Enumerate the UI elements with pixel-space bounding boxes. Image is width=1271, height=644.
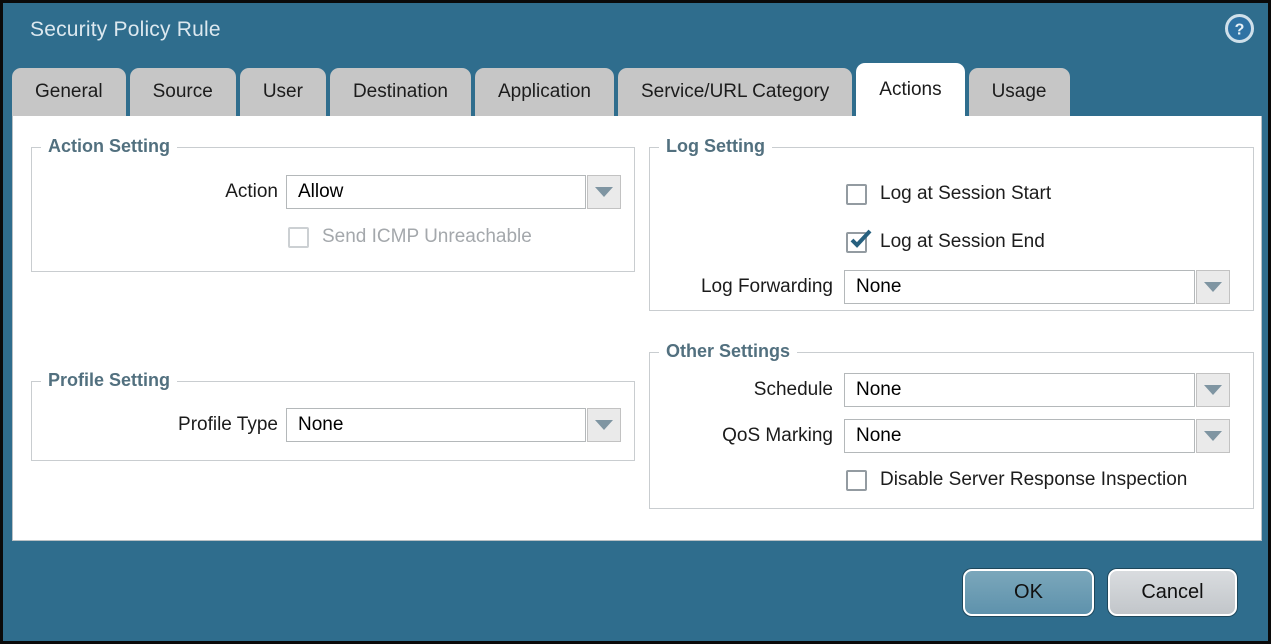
help-question-icon: ? bbox=[1225, 14, 1254, 43]
log-at-session-start-checkbox[interactable] bbox=[846, 184, 867, 205]
disable-server-response-inspection-checkbox[interactable] bbox=[846, 470, 867, 491]
tab-user[interactable]: User bbox=[240, 68, 326, 116]
qos-marking-dropdown-button[interactable] bbox=[1196, 419, 1230, 453]
profile-setting-group-title: Profile Setting bbox=[41, 370, 177, 391]
help-button[interactable]: ? bbox=[1225, 14, 1254, 43]
action-field-label: Action bbox=[33, 175, 278, 209]
log-at-session-end-checkbox[interactable] bbox=[846, 232, 867, 253]
disable-server-response-inspection-label: Disable Server Response Inspection bbox=[880, 469, 1187, 491]
action-setting-group: Action Setting bbox=[31, 147, 635, 272]
send-icmp-unreachable-row: Send ICMP Unreachable bbox=[288, 226, 532, 248]
ok-button[interactable]: OK bbox=[963, 569, 1094, 616]
tab-bar: General Source User Destination Applicat… bbox=[12, 63, 1070, 116]
log-session-start-row: Log at Session Start bbox=[846, 183, 1051, 205]
log-forwarding-dropdown: None bbox=[844, 270, 1230, 304]
log-setting-group-title: Log Setting bbox=[659, 136, 772, 157]
other-settings-group-title: Other Settings bbox=[659, 341, 797, 362]
action-dropdown: Allow bbox=[286, 175, 621, 209]
send-icmp-unreachable-label: Send ICMP Unreachable bbox=[322, 226, 532, 248]
screenshot-frame: Security Policy Rule ? General Source Us… bbox=[0, 0, 1271, 644]
tab-service-url-category[interactable]: Service/URL Category bbox=[618, 68, 852, 116]
profile-type-field-label: Profile Type bbox=[33, 408, 278, 442]
actions-tab-panel: Action Setting Action Allow Send ICMP Un… bbox=[12, 116, 1262, 541]
log-forwarding-dropdown-button[interactable] bbox=[1196, 270, 1230, 304]
disable-sri-row: Disable Server Response Inspection bbox=[846, 469, 1187, 491]
schedule-dropdown: None bbox=[844, 373, 1230, 407]
profile-type-dropdown-value[interactable]: None bbox=[286, 408, 586, 442]
log-forwarding-field-label: Log Forwarding bbox=[613, 270, 833, 304]
security-policy-rule-dialog: Security Policy Rule ? General Source Us… bbox=[3, 3, 1268, 641]
log-session-end-row: Log at Session End bbox=[846, 231, 1045, 253]
qos-marking-dropdown-value[interactable]: None bbox=[844, 419, 1195, 453]
tab-application[interactable]: Application bbox=[475, 68, 614, 116]
tab-general[interactable]: General bbox=[12, 68, 126, 116]
log-at-session-start-label: Log at Session Start bbox=[880, 183, 1051, 205]
schedule-field-label: Schedule bbox=[613, 373, 833, 407]
chevron-down-icon bbox=[595, 187, 613, 197]
dialog-title: Security Policy Rule bbox=[30, 18, 221, 42]
qos-marking-field-label: QoS Marking bbox=[613, 419, 833, 453]
schedule-dropdown-button[interactable] bbox=[1196, 373, 1230, 407]
cancel-button[interactable]: Cancel bbox=[1108, 569, 1237, 616]
chevron-down-icon bbox=[1204, 431, 1222, 441]
action-setting-group-title: Action Setting bbox=[41, 136, 177, 157]
send-icmp-unreachable-checkbox[interactable] bbox=[288, 227, 309, 248]
qos-marking-dropdown: None bbox=[844, 419, 1230, 453]
log-forwarding-dropdown-value[interactable]: None bbox=[844, 270, 1195, 304]
chevron-down-icon bbox=[1204, 282, 1222, 292]
chevron-down-icon bbox=[595, 420, 613, 430]
tab-destination[interactable]: Destination bbox=[330, 68, 471, 116]
tab-source[interactable]: Source bbox=[130, 68, 236, 116]
schedule-dropdown-value[interactable]: None bbox=[844, 373, 1195, 407]
action-dropdown-button[interactable] bbox=[587, 175, 621, 209]
tab-usage[interactable]: Usage bbox=[969, 68, 1070, 116]
action-dropdown-value[interactable]: Allow bbox=[286, 175, 586, 209]
svg-text:?: ? bbox=[1235, 22, 1245, 39]
check-icon bbox=[847, 227, 873, 253]
chevron-down-icon bbox=[1204, 385, 1222, 395]
profile-type-dropdown: None bbox=[286, 408, 621, 442]
log-at-session-end-label: Log at Session End bbox=[880, 231, 1045, 253]
tab-actions[interactable]: Actions bbox=[856, 63, 964, 116]
